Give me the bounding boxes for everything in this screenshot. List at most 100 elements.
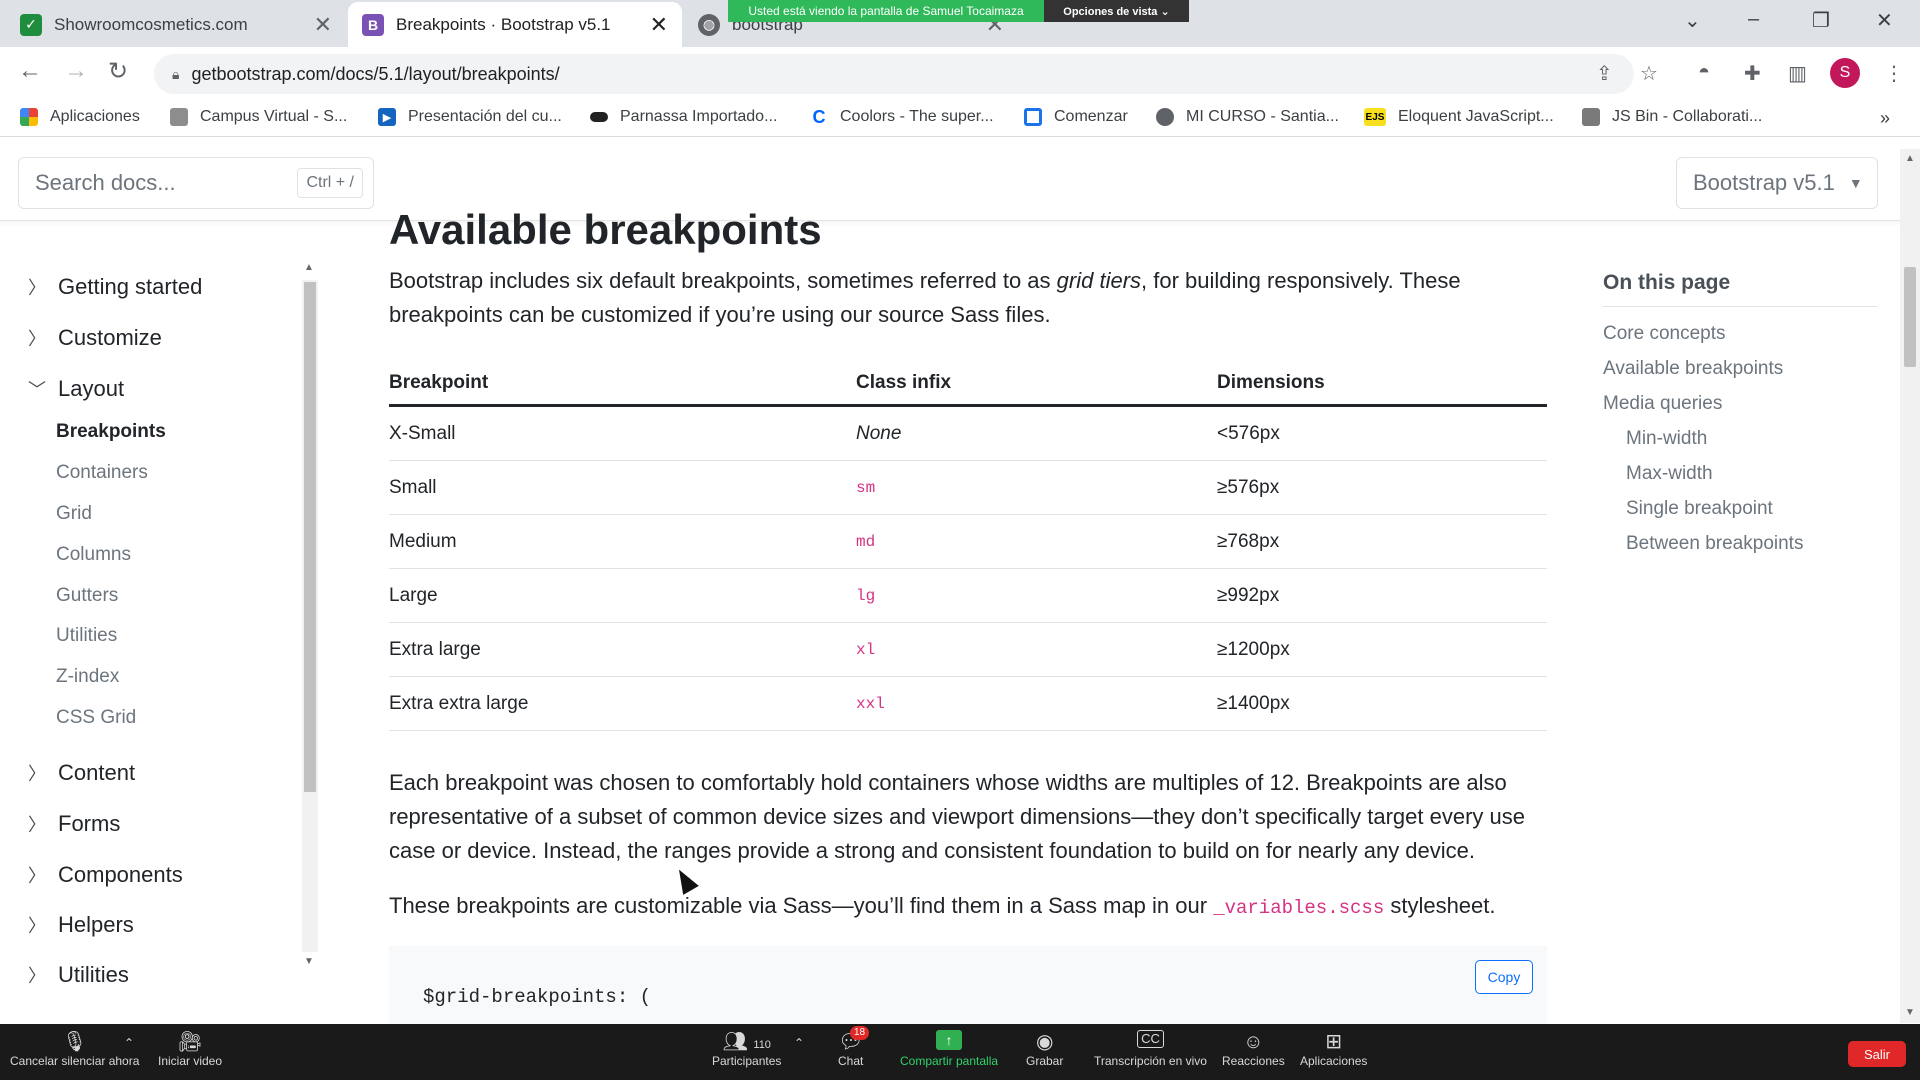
copy-button[interactable]: Copy — [1475, 960, 1533, 994]
bookmark-item[interactable]: C Coolors - The super... — [810, 107, 994, 127]
bookmark-item[interactable]: ▶ Presentación del cu... — [378, 108, 562, 126]
participants-caret-icon[interactable]: ⌃ — [794, 1036, 804, 1050]
side-panel-icon[interactable]: ▥ — [1788, 61, 1807, 86]
sidebar-group-layout[interactable]: ﹀ Layout — [28, 376, 124, 402]
sidebar-item-gutters[interactable]: Gutters — [56, 585, 118, 607]
bookmark-item[interactable]: JS Bin - Collaborati... — [1582, 108, 1762, 126]
globe-icon — [1156, 108, 1174, 126]
globe-icon: ◍ — [698, 13, 720, 36]
bookmark-label: Campus Virtual - S... — [200, 108, 348, 125]
toolbar-label: Chat — [838, 1054, 864, 1068]
scroll-down-icon[interactable]: ▼ — [304, 956, 314, 967]
toc-link-single-breakpoint[interactable]: Single breakpoint — [1626, 498, 1773, 520]
bookmark-label: Eloquent JavaScript... — [1398, 108, 1554, 125]
chat-button[interactable]: 💬︎ 18 Chat — [838, 1026, 870, 1068]
participants-button[interactable]: 👥︎ 110 Participantes — [712, 1030, 781, 1068]
toc-link-core-concepts[interactable]: Core concepts — [1603, 323, 1726, 345]
restore-icon[interactable]: ❐ — [1812, 8, 1830, 33]
coolors-icon: C — [810, 107, 828, 127]
table-row: Extra large xl ≥1200px — [389, 623, 1547, 677]
close-window-icon[interactable]: ✕ — [1876, 8, 1893, 33]
toc-link-min-width[interactable]: Min-width — [1626, 428, 1707, 450]
more-bookmarks-icon[interactable]: » — [1880, 108, 1890, 129]
search-input[interactable]: Search docs... Ctrl + / — [18, 157, 374, 209]
close-tab-icon[interactable]: ✕ — [314, 12, 332, 38]
tab-search-icon[interactable]: ⌄ — [1684, 8, 1701, 33]
start-video-button[interactable]: 🎥︎ Iniciar video — [158, 1030, 222, 1068]
table-cell: ≥1200px — [1217, 638, 1290, 660]
sidebar-item-z-index[interactable]: Z-index — [56, 666, 119, 688]
scrollbar-thumb[interactable] — [304, 282, 316, 792]
share-screen-button[interactable]: ↑ Compartir pantalla — [900, 1030, 998, 1068]
bookmark-item[interactable]: Aplicaciones — [20, 108, 140, 126]
body-paragraph: Each breakpoint was chosen to comfortabl… — [389, 770, 1526, 863]
toc-link-max-width[interactable]: Max-width — [1626, 463, 1713, 485]
bookmark-item[interactable]: Parnassa Importado... — [590, 108, 777, 126]
sidebar-group-customize[interactable]: 〉 Customize — [28, 325, 162, 351]
menu-kebab-icon[interactable]: ⋮ — [1884, 61, 1904, 86]
tab-breakpoints[interactable]: B Breakpoints · Bootstrap v5.1 ✕ — [348, 2, 682, 47]
screen: ✓ Showroomcosmetics.com ✕ B Breakpoints … — [0, 0, 1920, 1080]
reactions-button[interactable]: ☺ Reacciones — [1222, 1030, 1285, 1068]
bookmark-item[interactable]: Campus Virtual - S... — [170, 108, 347, 126]
sidebar-item-containers[interactable]: Containers — [56, 462, 148, 484]
toc-link-available-breakpoints[interactable]: Available breakpoints — [1603, 358, 1783, 380]
bookmark-item[interactable]: MI CURSO - Santia... — [1156, 108, 1339, 126]
reload-icon[interactable]: ↻ — [108, 57, 128, 86]
sidebar-group-components[interactable]: 〉 Components — [28, 862, 183, 888]
live-transcript-button[interactable]: CC Transcripción en vivo — [1094, 1030, 1207, 1068]
address-bar[interactable]: 🔒︎ getbootstrap.com/docs/5.1/layout/brea… — [154, 54, 1634, 94]
sidebar-group-utilities[interactable]: 〉 Utilities — [28, 962, 129, 988]
minimize-icon[interactable]: – — [1748, 8, 1759, 31]
sidebar-item-columns[interactable]: Columns — [56, 544, 131, 566]
version-dropdown[interactable]: Bootstrap v5.1 ▼ — [1676, 157, 1878, 209]
caret-down-icon: ▼ — [1848, 175, 1863, 191]
table-cell: lg — [856, 586, 876, 605]
sidebar-scrollbar[interactable]: ▲ ▼ — [302, 262, 318, 970]
sidebar-item-grid[interactable]: Grid — [56, 503, 92, 525]
record-button[interactable]: ◉ Grabar — [1026, 1030, 1063, 1068]
sidebar-group-content[interactable]: 〉 Content — [28, 760, 135, 786]
close-tab-icon[interactable]: ✕ — [650, 12, 668, 38]
sidebar-group-forms[interactable]: 〉 Forms — [28, 811, 120, 837]
sidebar-group-getting-started[interactable]: 〉 Getting started — [28, 274, 202, 300]
tab-showroom[interactable]: ✓ Showroomcosmetics.com ✕ — [6, 2, 346, 47]
extensions-puzzle-icon[interactable]: ✚ — [1744, 61, 1761, 86]
leave-meeting-button[interactable]: Salir — [1848, 1041, 1906, 1067]
share-icon[interactable]: ⇪ — [1596, 61, 1613, 86]
code-line: $grid-breakpoints: ( — [423, 986, 652, 1008]
extension-cat-icon[interactable]: ◓ — [1698, 61, 1710, 84]
chevron-right-icon: 〉 — [28, 916, 46, 936]
sidebar-group-label: Getting started — [58, 274, 203, 299]
jsbin-icon — [1582, 108, 1600, 126]
bookmark-item[interactable]: Comenzar — [1024, 108, 1128, 126]
view-options-button[interactable]: Opciones de vista ⌄ — [1044, 0, 1189, 22]
bookmark-item[interactable]: EJS Eloquent JavaScript... — [1364, 108, 1554, 126]
scroll-down-icon[interactable]: ▼ — [1905, 1007, 1915, 1018]
toc-link-media-queries[interactable]: Media queries — [1603, 393, 1722, 415]
column-header: Breakpoint — [389, 371, 489, 393]
scroll-up-icon[interactable]: ▲ — [304, 262, 314, 273]
unmute-button[interactable]: 🎙︎ Cancelar silenciar ahora — [10, 1030, 139, 1068]
sidebar-item-utilities[interactable]: Utilities — [56, 625, 117, 647]
sidebar-item-css-grid[interactable]: CSS Grid — [56, 707, 136, 729]
breakpoints-table: Breakpoint Class infix Dimensions X-Smal… — [389, 361, 1547, 731]
toolbar-label: Participantes — [712, 1054, 782, 1068]
bookmark-label: Presentación del cu... — [408, 108, 562, 125]
apps-button[interactable]: ⊞ Aplicaciones — [1300, 1030, 1367, 1068]
table-cell: xl — [856, 640, 876, 659]
sidebar-group-helpers[interactable]: 〉 Helpers — [28, 912, 134, 938]
audio-options-caret-icon[interactable]: ⌃ — [124, 1036, 134, 1050]
page-scrollbar[interactable]: ▲ ▼ — [1900, 149, 1920, 1023]
scrollbar-thumb[interactable] — [1904, 267, 1916, 367]
sidebar-item-breakpoints[interactable]: Breakpoints — [56, 421, 166, 443]
table-cell: X-Small — [389, 422, 456, 444]
toc-link-between-breakpoints[interactable]: Between breakpoints — [1626, 533, 1803, 555]
bookmark-star-icon[interactable]: ☆ — [1640, 61, 1658, 86]
back-icon[interactable]: ← — [18, 57, 42, 85]
profile-avatar[interactable]: S — [1830, 58, 1860, 88]
bookmark-label: MI CURSO - Santia... — [1186, 108, 1339, 125]
forward-icon[interactable]: → — [64, 57, 88, 85]
scroll-up-icon[interactable]: ▲ — [1905, 153, 1915, 164]
video-off-icon: 🎥︎ — [177, 1031, 203, 1053]
